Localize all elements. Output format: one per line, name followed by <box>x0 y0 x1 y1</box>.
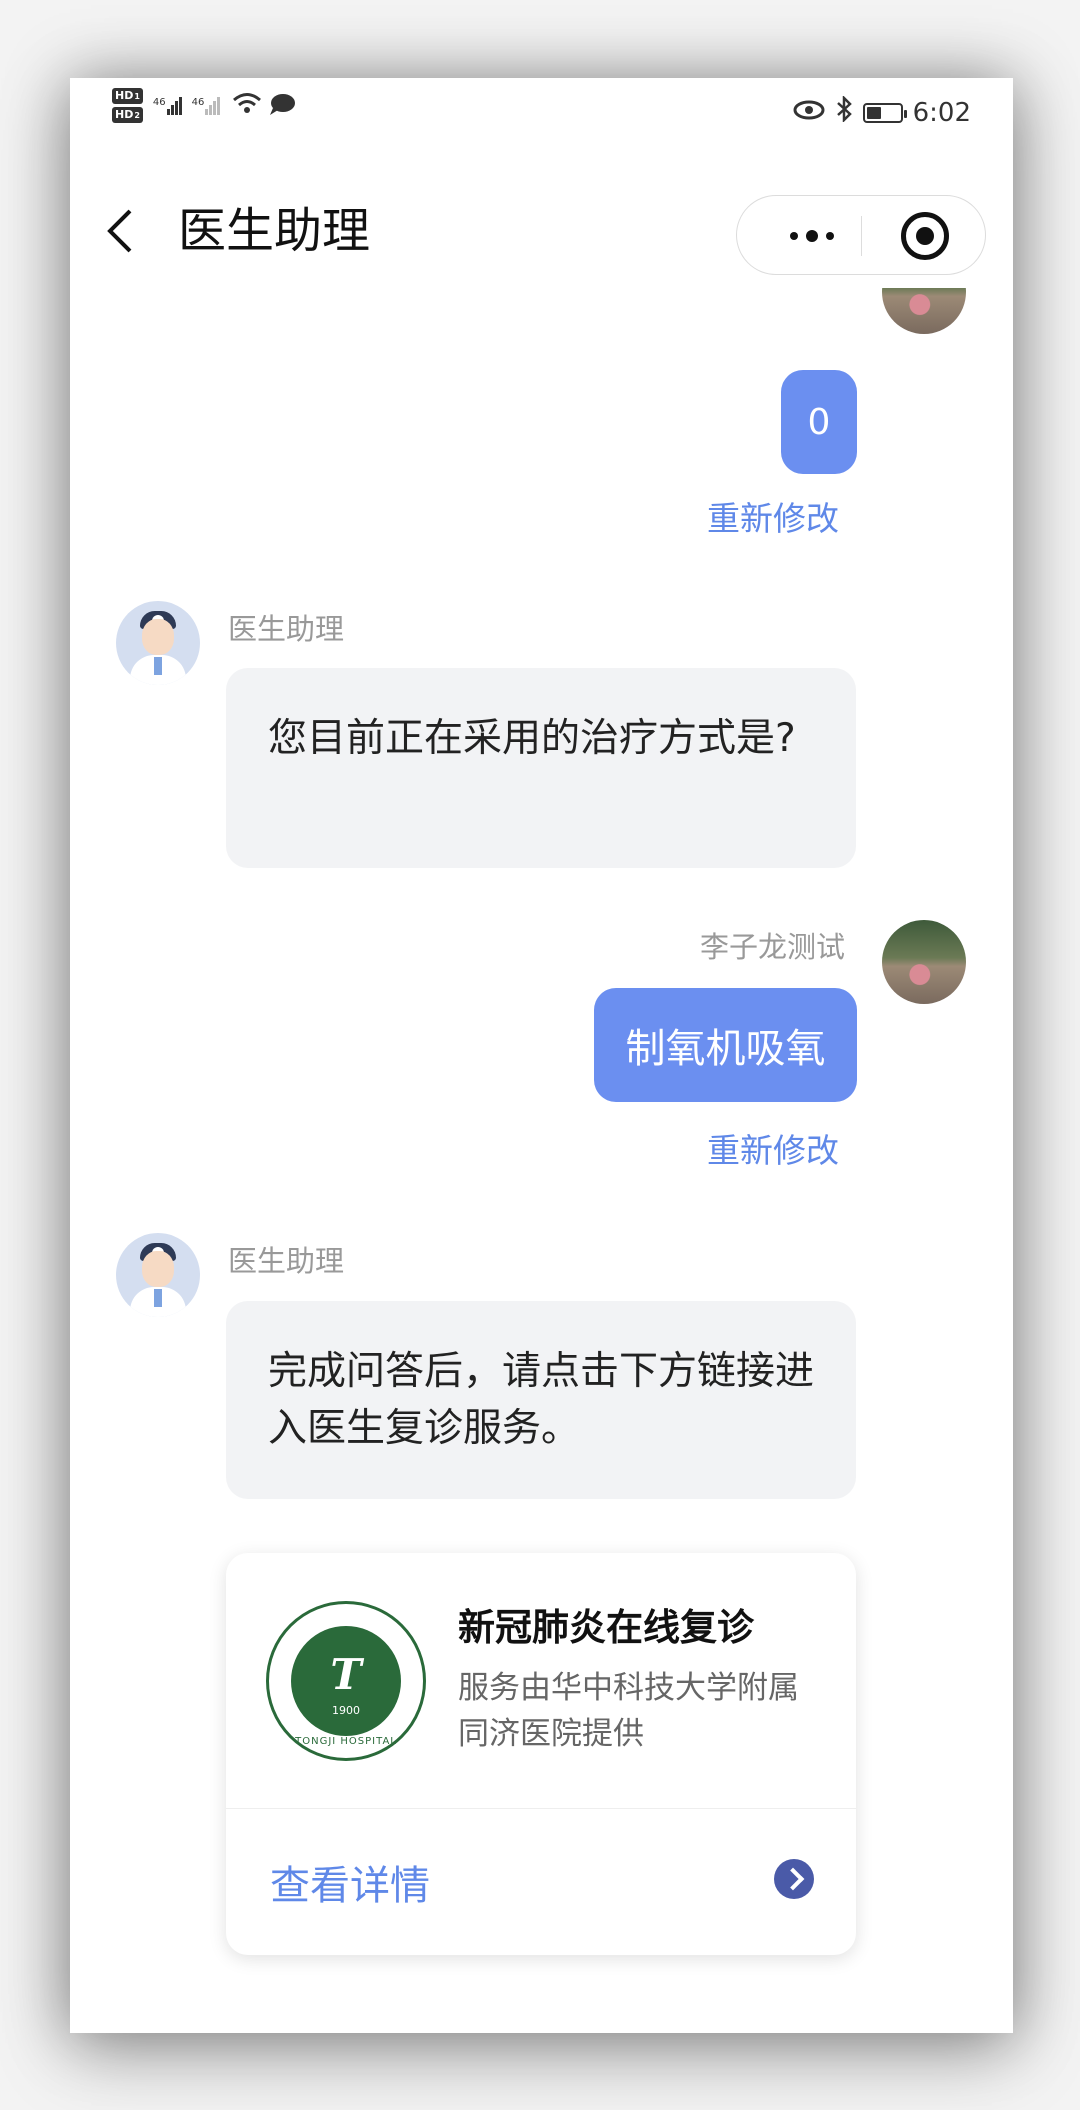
wifi-icon <box>232 91 262 121</box>
chat-bubble-icon <box>268 92 296 120</box>
hospital-logo: T 1900 TONGJI HOSPITAL <box>266 1601 426 1761</box>
edit-answer-link[interactable]: 重新修改 <box>707 492 839 540</box>
navigation-bar: 医生助理 <box>70 173 1013 288</box>
capsule-divider <box>861 216 862 256</box>
back-button[interactable] <box>100 203 150 259</box>
user-avatar <box>882 920 966 1004</box>
phone-screen: HD1 HD2 46 46 6:02 医生助理 0 重新修改 医生助理 您目前正… <box>70 78 1013 2033</box>
service-card[interactable]: T 1900 TONGJI HOSPITAL 新冠肺炎在线复诊 服务由华中科技大… <box>226 1553 856 1955</box>
chevron-right-circle-icon[interactable] <box>774 1859 814 1899</box>
status-left: HD1 HD2 46 46 <box>112 88 296 123</box>
more-dots-icon[interactable] <box>767 214 857 258</box>
signal-1-icon: 46 <box>153 96 182 115</box>
user-avatar <box>882 288 966 334</box>
user-message-bubble: 0 <box>781 370 857 474</box>
hd2-icon: HD2 <box>112 107 143 123</box>
page-title: 医生助理 <box>178 203 371 259</box>
doctor-avatar <box>116 1233 200 1317</box>
status-time: 6:02 <box>912 97 971 128</box>
card-divider <box>226 1808 856 1809</box>
mini-program-capsule <box>736 195 986 275</box>
bluetooth-icon <box>835 94 853 129</box>
sender-name: 李子龙测试 <box>700 930 846 964</box>
doctor-message-bubble: 完成问答后，请点击下方链接进入医生复诊服务。 <box>226 1301 856 1499</box>
view-details-link[interactable]: 查看详情 <box>270 1853 430 1911</box>
sender-name: 医生助理 <box>228 1244 345 1278</box>
target-icon[interactable] <box>901 212 949 260</box>
doctor-message-bubble: 您目前正在采用的治疗方式是? <box>226 668 856 868</box>
user-message-bubble: 制氧机吸氧 <box>594 988 857 1102</box>
doctor-avatar <box>116 601 200 685</box>
edit-answer-link[interactable]: 重新修改 <box>707 1124 839 1172</box>
status-bar: HD1 HD2 46 46 6:02 <box>70 78 1013 148</box>
status-right: 6:02 <box>793 94 971 129</box>
eye-icon <box>793 98 825 128</box>
signal-2-icon: 46 <box>192 96 221 115</box>
battery-icon <box>862 102 907 123</box>
card-description: 服务由华中科技大学附属同济医院提供 <box>458 1670 799 1752</box>
chat-area[interactable]: 0 重新修改 医生助理 您目前正在采用的治疗方式是? 李子龙测试 制氧机吸氧 重… <box>70 288 1013 2033</box>
chevron-left-icon <box>107 209 132 253</box>
hd1-icon: HD1 <box>112 88 143 104</box>
sender-name: 医生助理 <box>228 612 345 646</box>
card-title: 新冠肺炎在线复诊 <box>458 1606 754 1649</box>
